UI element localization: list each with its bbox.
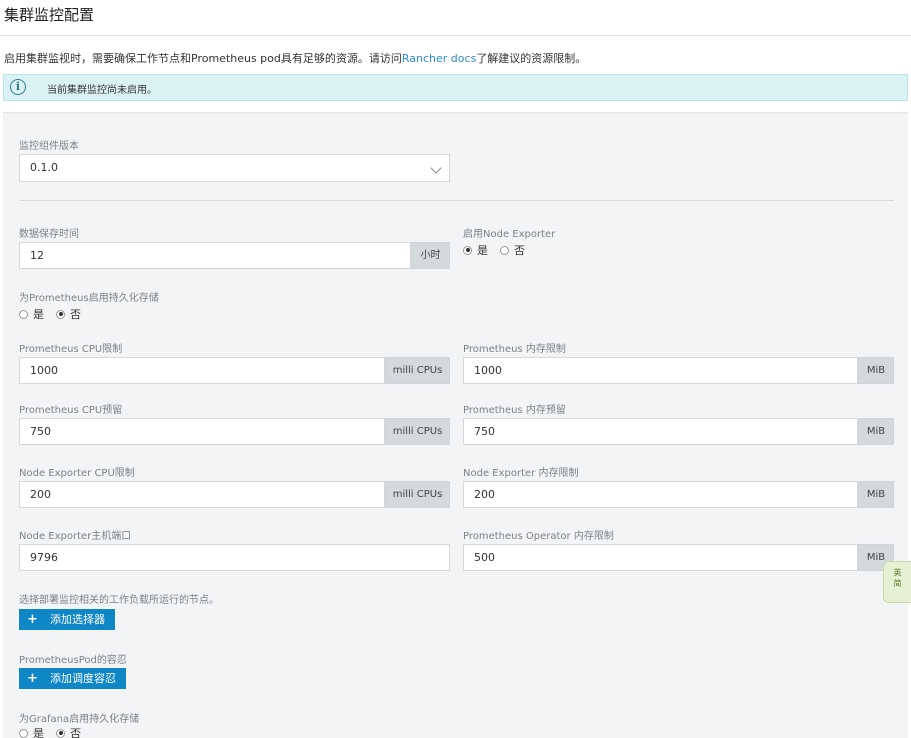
title-divider [0,35,911,36]
info-icon: i [10,79,26,95]
ime-mode: 简 [893,579,902,588]
version-value: 0.1.0 [30,161,58,174]
add-toleration-label: 添加调度容忍 [50,672,116,685]
retention-input[interactable]: 12 [19,242,411,269]
prom-mem-limit-input[interactable]: 1000 [463,357,858,384]
grafana-persistent-radios: 是 否 [19,725,93,738]
prom-cpu-limit-unit: milli CPUs [385,357,450,384]
ne-cpu-limit-unit: milli CPUs [385,481,450,508]
page-title: 集群监控配置 [4,6,95,24]
prom-mem-limit-unit: MiB [858,357,894,384]
node-exporter-yes-radio[interactable]: 是 [463,242,488,258]
ne-mem-limit-label: Node Exporter 内存限制 [463,468,579,479]
radio-checked-icon [463,245,472,255]
alert-text: 当前集群监控尚未启用。 [47,85,157,96]
intro-text: 启用集群监视时，需要确保工作节点和Prometheus pod具有足够的资源。请… [4,50,586,66]
version-label: 监控组件版本 [19,141,79,152]
prometheus-persistent-no-radio[interactable]: 否 [56,306,81,322]
retention-label: 数据保存时间 [19,229,79,240]
version-select[interactable]: 0.1.0 [19,154,450,182]
plus-icon: + [27,612,38,627]
node-exporter-enable-label: 启用Node Exporter [463,229,556,240]
operator-mem-limit-label: Prometheus Operator 内存限制 [463,531,614,542]
prom-cpu-limit-label: Prometheus CPU限制 [19,344,123,355]
prom-mem-limit-label: Prometheus 内存限制 [463,344,566,355]
section-divider [19,200,894,201]
add-selector-button[interactable]: + 添加选择器 [19,609,115,630]
prom-mem-reserve-unit: MiB [858,418,894,445]
prometheus-persistent-radios: 是 否 [19,306,93,322]
radio-checked-icon [56,309,65,319]
grafana-persistent-yes-radio[interactable]: 是 [19,725,44,738]
prom-mem-reserve-input[interactable]: 750 [463,418,858,445]
radio-checked-icon [56,728,65,738]
prom-cpu-reserve-label: Prometheus CPU预留 [19,405,123,416]
radio-unchecked-icon [500,245,509,255]
retention-unit: 小时 [411,242,450,269]
ne-mem-limit-input[interactable]: 200 [463,481,858,508]
radio-label-no: 否 [514,244,525,257]
plus-icon: + [27,671,38,686]
intro-prefix: 启用集群监视时，需要确保工作节点和Prometheus pod具有足够的资源。请… [4,52,402,65]
radio-label-yes: 是 [33,727,44,738]
ne-port-label: Node Exporter主机端口 [19,531,132,542]
add-selector-label: 添加选择器 [50,613,105,626]
prom-mem-reserve-label: Prometheus 内存预留 [463,405,566,416]
node-selector-label: 选择部署监控相关的工作负载所运行的节点。 [19,595,219,606]
node-exporter-enable-radios: 是 否 [463,242,537,258]
monitoring-disabled-alert: i 当前集群监控尚未启用。 [3,74,908,101]
prometheus-persistent-label: 为Prometheus启用持久化存储 [19,293,159,304]
grafana-persistent-label: 为Grafana启用持久化存储 [19,714,140,725]
ne-mem-limit-unit: MiB [858,481,894,508]
operator-mem-limit-input[interactable]: 500 [463,544,858,571]
radio-label-no: 否 [70,308,81,321]
radio-unchecked-icon [19,728,28,738]
radio-label-yes: 是 [477,244,488,257]
prometheus-persistent-yes-radio[interactable]: 是 [19,306,44,322]
ime-lang: 英 [893,568,902,577]
prom-cpu-reserve-input[interactable]: 750 [19,418,385,445]
radio-label-yes: 是 [33,308,44,321]
ime-widget[interactable]: 英 简 [883,561,911,603]
ne-cpu-limit-input[interactable]: 200 [19,481,385,508]
radio-label-no: 否 [70,727,81,738]
tolerations-label: PrometheusPod的容忍 [19,655,127,666]
ne-cpu-limit-label: Node Exporter CPU限制 [19,468,135,479]
ne-port-input[interactable]: 9796 [19,544,450,571]
node-exporter-no-radio[interactable]: 否 [500,242,525,258]
prom-cpu-reserve-unit: milli CPUs [385,418,450,445]
grafana-persistent-no-radio[interactable]: 否 [56,725,81,738]
prom-cpu-limit-input[interactable]: 1000 [19,357,385,384]
chevron-down-icon [430,162,442,174]
radio-unchecked-icon [19,309,28,319]
rancher-docs-link[interactable]: Rancher docs [402,52,476,65]
intro-suffix: 了解建议的资源限制。 [476,52,587,65]
add-toleration-button[interactable]: + 添加调度容忍 [19,668,126,689]
